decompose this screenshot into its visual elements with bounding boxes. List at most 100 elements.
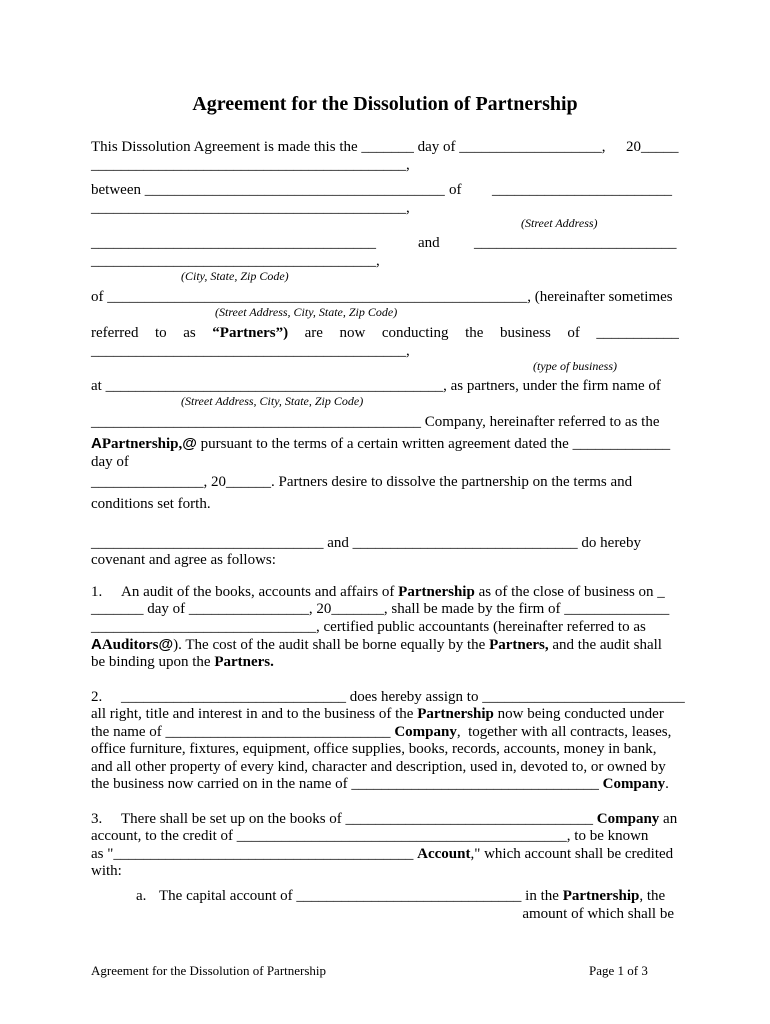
intro-blank-line-2: ________________________________________… [91, 200, 410, 216]
text-segment: an [659, 811, 678, 827]
clause-3-number: 3. [91, 811, 103, 827]
text-segment: An audit of the books, accounts and affa… [121, 584, 399, 600]
word: are [304, 325, 323, 341]
text-segment: ______________________________, certifie… [91, 618, 646, 635]
clause-line: the name of ____________________________… [91, 724, 671, 741]
word: business [499, 325, 551, 341]
clause-3a-line-2: amount of which shall be [522, 906, 674, 922]
intro-dissolve-line: _______________, 20______. Partners desi… [91, 474, 633, 490]
bold-term: Partners, [489, 637, 549, 654]
clause-line: account, to the credit of ______________… [91, 828, 648, 845]
caption-full-address-2: (Street Address, City, State, Zip Code) [181, 394, 364, 408]
footer-document-title: Agreement for the Dissolution of Partner… [91, 963, 327, 978]
bold-term: Partnership [398, 584, 475, 600]
text-segment: , the [639, 888, 666, 904]
bold-term: Auditors [101, 637, 159, 654]
intro-line-year: 20_____ [626, 139, 679, 155]
clause-3a-line-1: The capital account of _________________… [159, 888, 665, 905]
intro-partnership-line: APartnership,@ pursuant to the terms of … [91, 435, 670, 453]
text-segment: office furniture, fixtures, equipment, o… [91, 741, 657, 758]
symbol-glyph: A [91, 636, 102, 654]
word: now [339, 325, 366, 341]
bold-term: Partnership [417, 706, 494, 723]
intro-of-address-line: of _____________________________________… [91, 289, 673, 305]
clause-2-number: 2. [91, 689, 103, 705]
text-segment: _______ day of ________________, 20_____… [91, 601, 670, 618]
word: conducting [381, 325, 449, 341]
intro-day-of: day of [91, 454, 129, 470]
partnership-term: Partnership, [101, 436, 183, 452]
intro-line-date: This Dissolution Agreement is made this … [91, 139, 606, 155]
caption-full-address-1: (Street Address, City, State, Zip Code) [215, 305, 398, 319]
word: the [465, 325, 484, 341]
intro-address-blank: ________________________ [492, 182, 672, 198]
symbol-glyph: @ [182, 435, 197, 452]
bold-term: Partners. [214, 653, 274, 670]
text-segment: . [665, 776, 669, 792]
document-title: Agreement for the Dissolution of Partner… [192, 93, 578, 115]
text-segment: be binding upon the [91, 653, 215, 670]
clause-line: ______________________________, certifie… [91, 619, 646, 636]
intro-partners-line: referred to as “Partners”) are now condu… [91, 325, 679, 342]
symbol-glyph: @ [158, 636, 174, 654]
clause-line: all right, title and interest in and to … [91, 706, 664, 723]
clause-line: office furniture, fixtures, equipment, o… [91, 741, 657, 758]
intro-covenant-line: covenant and agree as follows: [91, 552, 276, 568]
text-segment: and the audit shall [548, 637, 662, 654]
text-segment: There shall be set up on the books of __… [121, 811, 597, 827]
text-segment: account, to the credit of ______________… [91, 828, 649, 845]
text-segment: as of the close of business on _ [474, 584, 665, 600]
intro-party2-address-blank: ___________________________ [474, 235, 677, 251]
text-segment: The capital account of _________________… [159, 888, 563, 904]
clause-line: _______ day of ________________, 20_____… [91, 601, 669, 618]
agreement-dated-text: pursuant to the terms of a certain writt… [196, 436, 671, 452]
intro-company-line: ________________________________________… [91, 414, 660, 430]
bold-term: Partnership [562, 888, 640, 904]
text-segment: the name of ____________________________… [91, 723, 395, 740]
clause-line: AAuditors@). The cost of the audit shall… [91, 636, 662, 654]
text-segment: ). The cost of the audit shall be borne … [173, 637, 490, 654]
clause-line: as "____________________________________… [91, 846, 673, 863]
text-segment: , together with all contracts, leases, [456, 723, 672, 740]
clause-line: and all other property of every kind, ch… [91, 759, 666, 776]
clause-3a-letter: a. [136, 888, 147, 904]
text-segment: as "____________________________________… [91, 845, 418, 862]
word: to [155, 325, 167, 341]
intro-conditions-line: conditions set forth. [91, 496, 211, 512]
intro-blank-line: ________________________________________… [91, 157, 410, 173]
bold-term: Company [602, 776, 666, 792]
text-segment: the business now carried on in the name … [91, 776, 603, 792]
document-page: Agreement for the Dissolution of Partner… [0, 0, 770, 1024]
word: of [567, 325, 580, 341]
text-segment: with: [91, 863, 122, 880]
caption-type-of-business: (type of business) [533, 359, 617, 373]
clause-line: An audit of the books, accounts and affa… [121, 584, 665, 601]
business-blank: ___________ [596, 325, 679, 341]
caption-street-address: (Street Address) [521, 216, 598, 230]
word: referred [91, 325, 139, 341]
symbol-glyph: A [91, 435, 102, 452]
text-segment: and all other property of every kind, ch… [91, 758, 666, 775]
clause-line: with: [91, 863, 122, 880]
partners-term: “Partners”) [212, 325, 289, 341]
intro-blank-line-4: ________________________________________… [91, 343, 410, 359]
intro-blank-line-3: ______________________________________, [91, 253, 380, 269]
clause-line: be binding upon the Partners. [91, 654, 274, 671]
text-segment: ______________________________ does here… [121, 689, 685, 705]
text-segment: all right, title and interest in and to … [91, 706, 418, 723]
clause-line: ______________________________ does here… [121, 689, 685, 706]
text-segment: ," which account shall be credited [470, 845, 674, 862]
clause-line: There shall be set up on the books of __… [121, 811, 677, 828]
bold-term: Company [596, 811, 660, 827]
text-segment: now being conducted under [493, 706, 664, 723]
footer-page-number: Page 1 of 3 [589, 963, 648, 978]
intro-between-line: between ________________________________… [91, 182, 445, 198]
intro-party2-blank: ______________________________________ [91, 235, 376, 251]
word: as [183, 325, 196, 341]
intro-covenant-parties-line: _______________________________ and ____… [91, 535, 641, 551]
bold-term: Company [394, 723, 457, 740]
bold-term: Account [417, 845, 471, 862]
clause-1-number: 1. [91, 584, 103, 600]
intro-at-address-line: at _____________________________________… [91, 378, 661, 394]
clause-line: the business now carried on in the name … [91, 776, 669, 793]
